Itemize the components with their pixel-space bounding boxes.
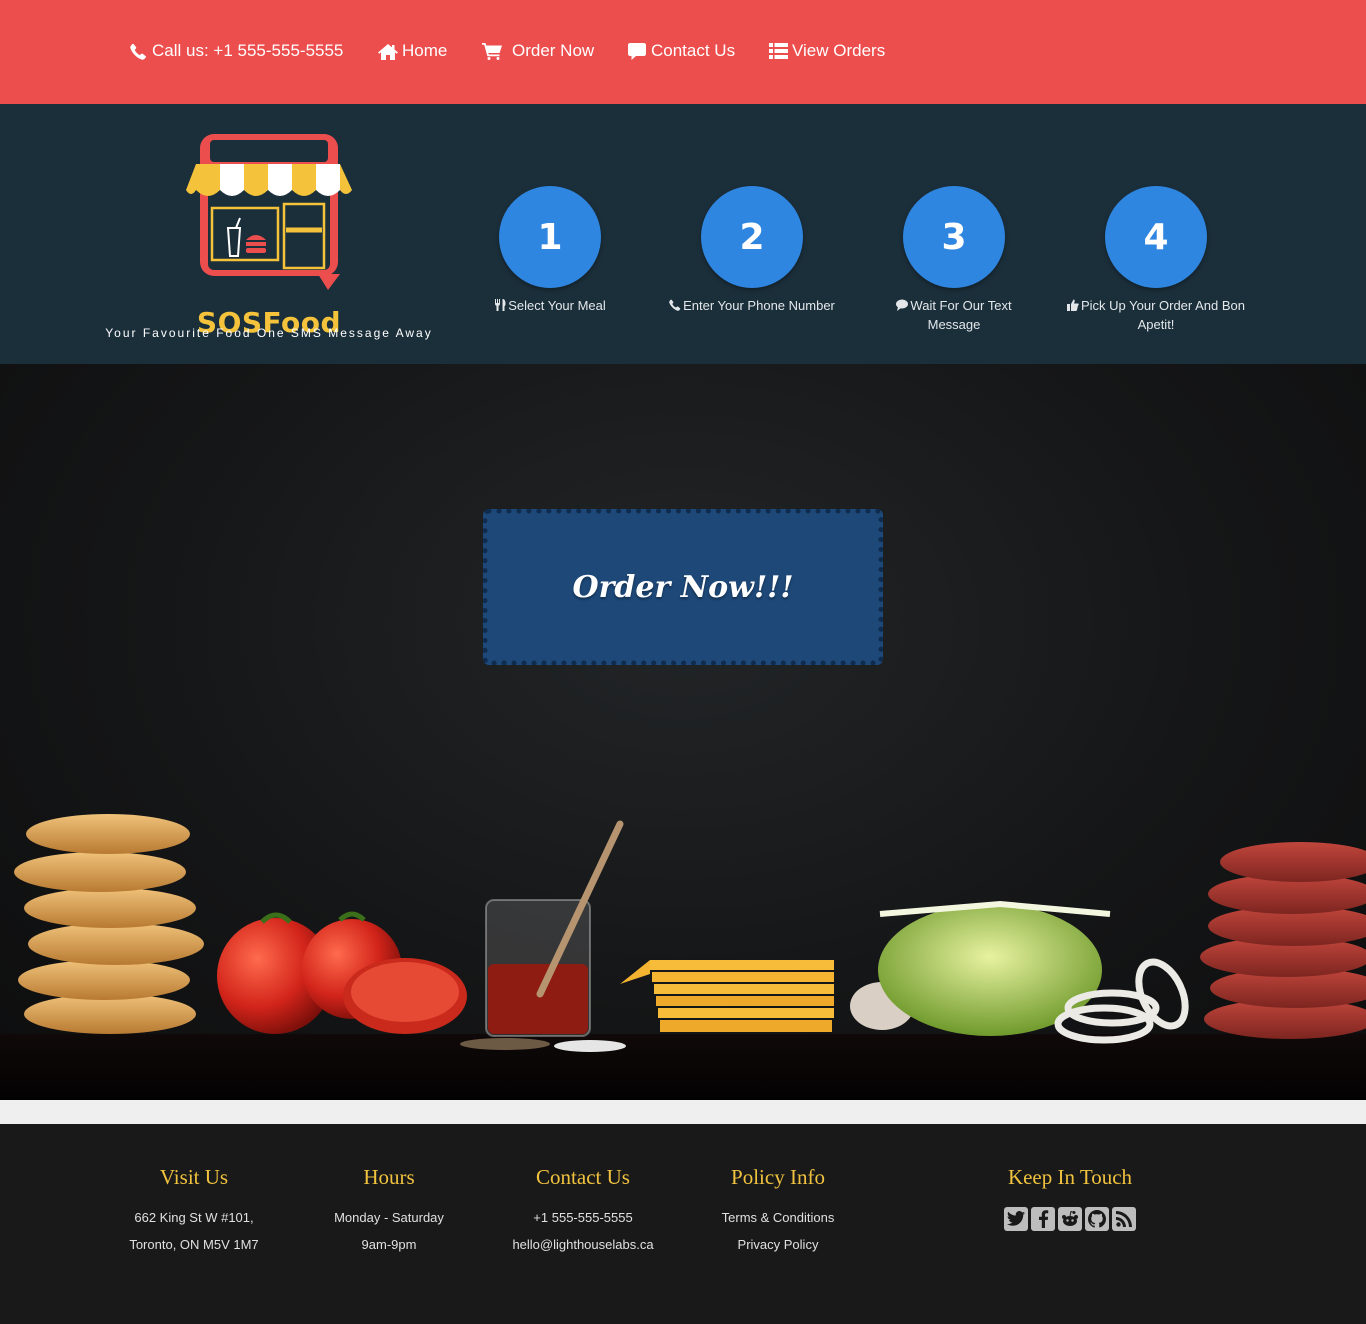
- footer-hours-title: Hours: [363, 1165, 415, 1189]
- hours-days: Monday - Saturday: [334, 1210, 444, 1225]
- patty-stack-image: [1200, 842, 1366, 1039]
- step-number: 3: [903, 186, 1005, 288]
- footer-social-title: Keep In Touch: [1007, 1165, 1133, 1189]
- hero-banner: Order Now!!!: [0, 364, 1366, 1100]
- twitter-icon[interactable]: [1004, 1207, 1028, 1231]
- footer: Visit Us 662 King St W #101, Toronto, ON…: [0, 1124, 1366, 1324]
- chat-icon: [896, 297, 909, 311]
- storefront-logo-icon: [186, 134, 352, 290]
- comment-icon: [627, 42, 647, 60]
- terms-link[interactable]: Terms & Conditions: [688, 1204, 868, 1231]
- footer-email-link[interactable]: hello@lighthouselabs.ca: [493, 1231, 673, 1258]
- step-label: Enter Your Phone Number: [657, 296, 847, 315]
- step-number: 4: [1105, 186, 1207, 288]
- footer-hours-column: Hours Monday - Saturday 9am-9pm: [299, 1164, 479, 1258]
- nav-call-label: Call us: +1 555-555-5555: [152, 41, 344, 60]
- tagline: Your Favourite Food One SMS Message Away: [105, 326, 433, 340]
- reddit-icon[interactable]: [1058, 1207, 1082, 1231]
- bun-stack-image: [14, 814, 204, 1034]
- footer-contact-title: Contact Us: [536, 1165, 630, 1189]
- footer-policy-title: Policy Info: [731, 1165, 825, 1189]
- footer-phone-link[interactable]: +1 555-555-5555: [493, 1204, 673, 1231]
- list-icon: [768, 42, 788, 60]
- github-icon[interactable]: [1085, 1207, 1109, 1231]
- nav-view-orders-label: View Orders: [792, 41, 886, 60]
- social-links: [980, 1207, 1160, 1231]
- logo[interactable]: SOSFood: [178, 128, 360, 339]
- address-line-2: Toronto, ON M5V 1M7: [129, 1237, 259, 1252]
- footer-social-column: Keep In Touch: [980, 1164, 1160, 1231]
- nav-order-link[interactable]: Order Now: [482, 38, 594, 64]
- footer-visit-title: Visit Us: [159, 1165, 229, 1189]
- nav-view-orders-link[interactable]: View Orders: [768, 38, 885, 64]
- step-number: 1: [499, 186, 601, 288]
- nav-contact-label: Contact Us: [651, 41, 736, 60]
- hours-time: 9am-9pm: [361, 1237, 417, 1252]
- nav-call-link[interactable]: Call us: +1 555-555-5555: [128, 38, 343, 64]
- footer-contact-column: Contact Us +1 555-555-5555 hello@lightho…: [493, 1164, 673, 1258]
- step-2: 2 Enter Your Phone Number: [657, 186, 847, 315]
- privacy-link[interactable]: Privacy Policy: [688, 1231, 868, 1258]
- header-band: SOSFood Your Favourite Food One SMS Mess…: [0, 104, 1366, 364]
- nav-contact-link[interactable]: Contact Us: [627, 38, 735, 64]
- nav-order-label: Order Now: [512, 41, 595, 60]
- nav-home-link[interactable]: Home: [378, 38, 447, 64]
- home-icon: [378, 42, 398, 60]
- address-line-1: 662 King St W #101,: [134, 1210, 254, 1225]
- phone-icon: [669, 297, 681, 311]
- footer-visit-column: Visit Us 662 King St W #101, Toronto, ON…: [104, 1164, 284, 1258]
- top-nav: Call us: +1 555-555-5555 Home Order Now …: [0, 0, 1366, 104]
- sauce-jar-image: [460, 820, 626, 1052]
- phone-icon: [128, 42, 148, 60]
- step-label: Select Your Meal: [455, 296, 645, 315]
- step-number: 2: [701, 186, 803, 288]
- step-label: Wait For Our Text Message: [859, 296, 1049, 334]
- footer-policy-column: Policy Info Terms & Conditions Privacy P…: [688, 1164, 868, 1258]
- cart-icon: [482, 42, 502, 60]
- rss-icon[interactable]: [1112, 1207, 1136, 1231]
- step-1: 1 Select Your Meal: [455, 186, 645, 315]
- step-3: 3 Wait For Our Text Message: [859, 186, 1049, 334]
- ingredients-illustration: [0, 814, 1366, 1100]
- tomatoes-image: [217, 911, 467, 1034]
- step-4: 4 Pick Up Your Order And Bon Apetit!: [1061, 186, 1251, 334]
- nav-home-label: Home: [402, 41, 448, 60]
- step-label: Pick Up Your Order And Bon Apetit!: [1061, 296, 1251, 334]
- order-now-button[interactable]: Order Now!!!: [483, 509, 883, 665]
- cheese-slices-image: [620, 960, 834, 1032]
- thumbs-up-icon: [1066, 297, 1079, 311]
- utensils-icon: [494, 297, 506, 311]
- facebook-icon[interactable]: [1031, 1207, 1055, 1231]
